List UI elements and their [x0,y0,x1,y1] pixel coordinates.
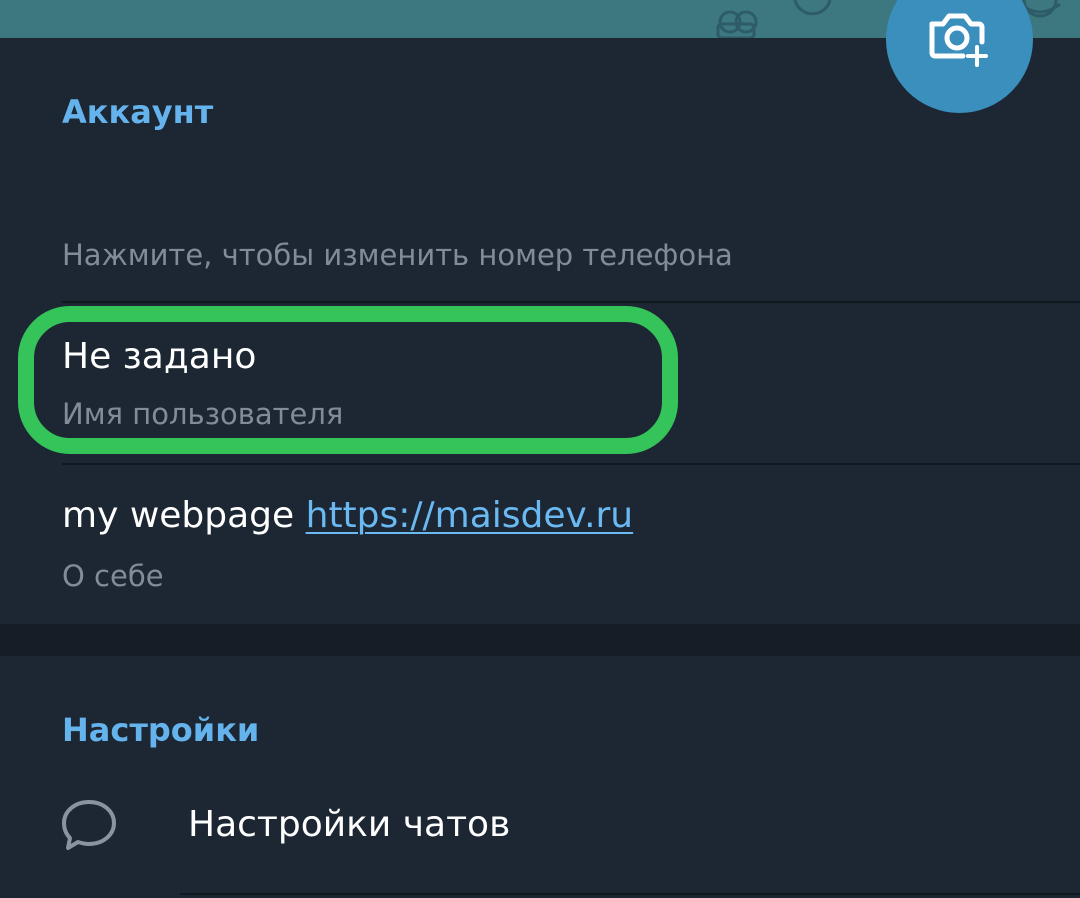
phone-hint-label: Нажмите, чтобы изменить номер телефона [62,238,733,272]
bio-row[interactable]: my webpage https://maisdev.ru О себе [0,465,1080,624]
username-value: Не задано [62,336,257,377]
camera-plus-icon [929,13,988,67]
bio-link[interactable]: https://maisdev.ru [306,495,634,536]
chat-bubble-icon [62,800,116,850]
add-photo-button[interactable] [886,0,1033,113]
account-section-title: Аккаунт [62,93,214,131]
chat-settings-item[interactable]: Настройки чатов [0,770,1080,894]
bio-label: О себе [62,559,164,593]
username-row[interactable]: Не задано Имя пользователя [0,303,1080,463]
divider [180,893,1080,895]
username-label: Имя пользователя [62,397,344,431]
phone-number-row[interactable]: Нажмите, чтобы изменить номер телефона [0,220,1080,302]
bio-text: my webpage https://maisdev.ru [62,495,633,536]
bio-text-label: my webpage [62,495,295,536]
section-separator [0,624,1080,656]
chat-settings-label: Настройки чатов [188,804,511,845]
settings-section-title: Настройки [62,711,260,749]
